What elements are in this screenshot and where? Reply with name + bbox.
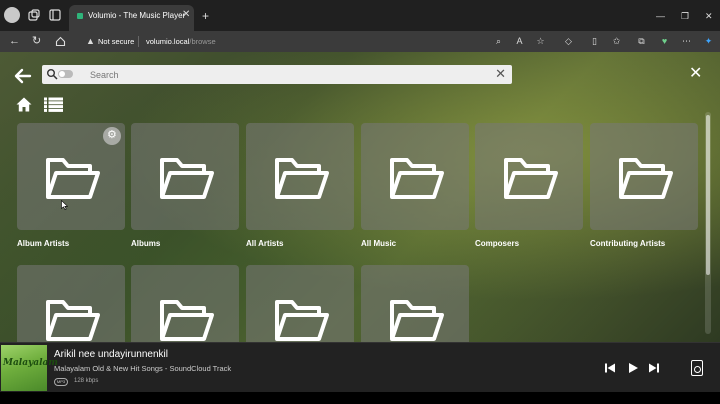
split-screen-icon[interactable]: ▯: [589, 36, 600, 47]
settings-gear-icon[interactable]: [103, 127, 121, 145]
address-bar: ← ↻ ▲ Not secure volumio.local/browse ⌕ …: [0, 31, 720, 52]
clear-search-icon[interactable]: ✕: [495, 67, 506, 81]
tile-label: Album Artists: [17, 239, 70, 248]
previous-track-icon[interactable]: [604, 362, 616, 374]
tile-label: Contributing Artists: [590, 239, 666, 248]
volumio-favicon: [77, 13, 83, 19]
home-nav-icon[interactable]: [55, 36, 66, 47]
workspaces-icon[interactable]: [27, 8, 41, 22]
folder-icon: [275, 300, 329, 341]
folder-icon: [160, 158, 214, 199]
collections-icon[interactable]: ⧉: [636, 36, 647, 47]
new-tab-icon[interactable]: +: [202, 10, 209, 22]
folder-icon: [390, 300, 444, 341]
zoom-icon[interactable]: ⌕: [493, 36, 504, 47]
scrollbar-thumb[interactable]: [706, 115, 710, 275]
warning-icon[interactable]: ▲: [86, 36, 95, 46]
folder-icon: [504, 158, 558, 199]
profile-avatar[interactable]: [4, 7, 20, 23]
browser-titlebar: Volumio - The Music Player ✕ + — ❐ ✕: [0, 0, 720, 31]
speaker-volume-icon[interactable]: [691, 360, 703, 376]
tile-folder[interactable]: [361, 265, 469, 342]
volumio-browse-view: ✕ ✕ Album Artists Albums All Artists All…: [0, 52, 720, 342]
back-arrow-icon[interactable]: [14, 67, 32, 85]
folder-icon: [160, 300, 214, 341]
favorite-star-icon[interactable]: ☆: [535, 36, 546, 47]
tile-folder[interactable]: [246, 265, 354, 342]
folder-icon: [275, 158, 329, 199]
favorites-icon[interactable]: ✩: [611, 36, 622, 47]
track-subtitle: Malayalam Old & New Hit Songs - SoundClo…: [54, 364, 232, 373]
tile-label: Composers: [475, 239, 520, 248]
read-aloud-icon[interactable]: A: [514, 36, 525, 47]
browser-essentials-icon[interactable]: ♥: [659, 36, 670, 47]
tile-label: All Music: [361, 239, 397, 248]
tile-label: Albums: [131, 239, 161, 248]
mouse-cursor-icon: [61, 200, 68, 210]
play-icon[interactable]: [627, 362, 639, 374]
refresh-icon[interactable]: ↻: [32, 35, 41, 47]
copilot-icon[interactable]: ✦: [703, 36, 714, 47]
tile-folder[interactable]: [131, 265, 239, 342]
search-toggle[interactable]: [58, 70, 73, 78]
close-window-icon[interactable]: ✕: [705, 11, 713, 21]
search-input[interactable]: [90, 68, 470, 81]
maximize-icon[interactable]: ❐: [681, 11, 689, 21]
album-cover[interactable]: Malayalam: [1, 345, 58, 391]
tile-all-artists[interactable]: [246, 123, 354, 230]
format-badge: MP3: [54, 378, 68, 386]
url-field[interactable]: volumio.local/browse: [146, 37, 216, 46]
bitrate: 128 kbps: [74, 378, 99, 384]
extension-icon[interactable]: ◇: [563, 36, 574, 47]
back-nav-icon[interactable]: ←: [9, 35, 20, 47]
home-icon[interactable]: [16, 97, 32, 112]
tile-albums[interactable]: [131, 123, 239, 230]
search-icon: [47, 69, 58, 80]
tile-album-artists[interactable]: [17, 123, 125, 230]
track-title[interactable]: Arikil nee undayirunnenkil: [54, 349, 168, 360]
url-divider: [138, 36, 139, 47]
tab-title: Volumio - The Music Player: [88, 11, 186, 20]
player-bar: Malayalam Arikil nee undayirunnenkil Mal…: [0, 342, 720, 392]
list-view-icon[interactable]: [44, 97, 63, 112]
security-label[interactable]: Not secure: [98, 37, 134, 46]
url-host: volumio.local: [146, 37, 190, 46]
minimize-icon[interactable]: —: [656, 11, 665, 21]
tile-composers[interactable]: [475, 123, 583, 230]
close-browse-icon[interactable]: ✕: [689, 66, 702, 82]
tile-all-music[interactable]: [361, 123, 469, 230]
tile-label: All Artists: [246, 239, 284, 248]
tile-contributing-artists[interactable]: [590, 123, 698, 230]
close-tab-icon[interactable]: ✕: [182, 10, 190, 20]
search-bar: ✕: [42, 65, 512, 84]
folder-icon: [390, 158, 444, 199]
bottom-edge: [0, 392, 720, 404]
more-menu-icon[interactable]: ⋯: [681, 36, 692, 47]
next-track-icon[interactable]: [648, 362, 660, 374]
folder-icon: [619, 158, 673, 199]
tab-actions-icon[interactable]: [48, 8, 62, 22]
folder-icon: [46, 158, 100, 199]
folder-icon: [46, 300, 100, 341]
url-path: /browse: [189, 37, 216, 46]
tile-folder[interactable]: [17, 265, 125, 342]
cover-text: Malayalam: [3, 358, 58, 368]
